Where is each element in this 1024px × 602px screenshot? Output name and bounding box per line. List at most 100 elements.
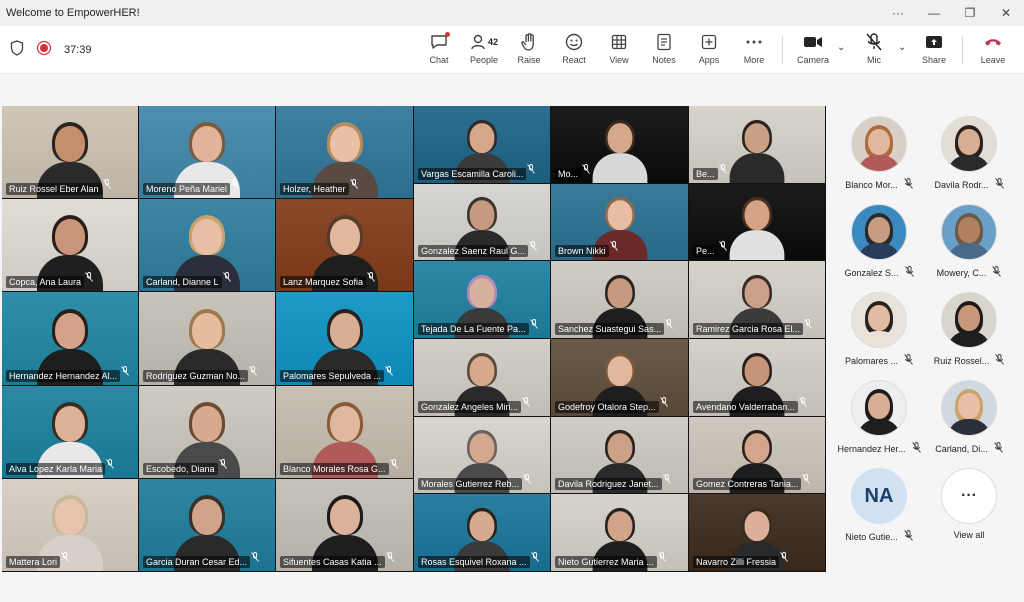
chat-button[interactable]: Chat	[424, 30, 454, 72]
video-tile[interactable]: Sanchez Suastegui Sas...	[551, 261, 688, 338]
react-button[interactable]: React	[558, 30, 590, 72]
video-tile[interactable]: Be...	[689, 106, 825, 183]
more-button[interactable]: More	[738, 30, 770, 72]
video-tile[interactable]: Palomares Sepulveda ...	[276, 292, 413, 385]
video-tile[interactable]: Ruiz Rossel Eber Alan	[2, 106, 138, 199]
participant-name-label: Gonzalez Angeles Miri...	[418, 400, 522, 413]
participant-name-label: Mo...	[555, 167, 582, 180]
participant-name-label: Hernandez Hernandez Al...	[6, 369, 121, 382]
side-participant-initials[interactable]: NA Nieto Gutie...	[834, 468, 924, 556]
participant-name-label: Palomares Sepulveda ...	[280, 369, 385, 382]
avatar	[941, 204, 997, 260]
window-minimize-button[interactable]: —	[916, 0, 952, 26]
notes-button[interactable]: Notes	[648, 30, 680, 72]
video-tile[interactable]: Gonzalez Saenz Raul G...	[414, 183, 550, 261]
video-tile[interactable]: Mattera Lori	[2, 478, 138, 571]
window-titlebar: Welcome to EmpowerHER! ··· — ❐ ✕	[0, 0, 1024, 26]
mic-muted-icon	[249, 363, 257, 381]
video-tile[interactable]: Tejada De La Fuente Pa...	[414, 261, 550, 338]
side-participant[interactable]: Ruiz Rossel...	[924, 292, 1014, 380]
participant-name-label: Escobedo, Diana	[143, 462, 218, 475]
participant-name: Ruiz Rossel...	[933, 355, 990, 366]
mic-muted-icon	[993, 442, 1003, 455]
video-tile[interactable]: Davila Rodriguez Janet...	[551, 416, 688, 494]
side-participant[interactable]: Carland, Di...	[924, 380, 1014, 468]
participant-name-label: Sifuentes Casas Katia ...	[280, 555, 385, 568]
mic-muted-icon	[531, 549, 539, 567]
participant-name-label: Lanz Marquez Sofia	[280, 276, 367, 289]
video-tile[interactable]: Vargas Escamilla Caroli...	[414, 106, 550, 183]
side-participant[interactable]: Mowery, C...	[924, 204, 1014, 292]
mic-muted-icon	[719, 238, 727, 256]
video-tile[interactable]: Ramirez Garcia Rosa El...	[689, 261, 825, 338]
video-tile[interactable]: Blanco Morales Rosa G...	[276, 385, 413, 478]
more-icon: ···	[941, 468, 997, 524]
video-tile[interactable]: Moreno Peña Mariel	[139, 106, 275, 199]
video-tile[interactable]: Rosas Esquivel Roxana ...	[414, 494, 550, 571]
participant-name-label: Tejada De La Fuente Pa...	[418, 322, 529, 335]
raise-label: Raise	[517, 55, 541, 65]
video-tile[interactable]: Mo...	[551, 106, 688, 183]
people-button[interactable]: 42 People	[464, 30, 504, 72]
mic-muted-icon	[223, 269, 231, 287]
video-tile[interactable]: Brown Nikki	[551, 183, 688, 261]
video-tile[interactable]: Lanz Marquez Sofia	[276, 199, 413, 292]
mic-muted-icon	[904, 354, 913, 367]
video-tile[interactable]: Alva Lopez Karla Maria	[2, 385, 138, 478]
video-tile[interactable]: Avendano Valderraban...	[689, 339, 825, 416]
mic-muted-icon	[992, 266, 1002, 279]
video-tile[interactable]: Escobedo, Diana	[139, 385, 275, 478]
participant-name-label: Morales Gutierrez Reb...	[418, 478, 523, 491]
view-all-button[interactable]: ··· View all	[924, 468, 1014, 556]
side-participant[interactable]: Palomares ...	[834, 292, 924, 380]
participant-video	[728, 116, 786, 183]
video-tile[interactable]: Gomez Contreras Tania...	[689, 416, 825, 494]
participant-name-label: Sanchez Suastegui Sas...	[555, 322, 665, 335]
participant-name: Davila Rodr...	[934, 179, 989, 190]
side-participant[interactable]: Gonzalez S...	[834, 204, 924, 292]
mic-options-chevron-icon[interactable]: ⌄	[898, 42, 906, 53]
leave-button[interactable]: Leave	[976, 30, 1010, 72]
video-tile[interactable]: Carland, Dianne L	[139, 199, 275, 292]
view-button[interactable]: View	[604, 30, 634, 72]
video-tile[interactable]: Hernandez Hernandez Al...	[2, 292, 138, 385]
video-tile[interactable]: Rodriguez Guzman No...	[139, 292, 275, 385]
mic-muted-icon	[103, 176, 111, 194]
people-label: People	[469, 55, 499, 65]
camera-options-chevron-icon[interactable]: ⌄	[837, 42, 845, 53]
window-more-button[interactable]: ···	[880, 0, 916, 26]
side-participant[interactable]: Hernandez Her...	[834, 380, 924, 468]
side-participant[interactable]: Blanco Mor...	[834, 116, 924, 204]
mic-muted-icon	[85, 269, 93, 287]
participant-name: Nieto Gutie...	[845, 531, 898, 542]
participant-name-label: Avendano Valderraban...	[693, 400, 798, 413]
mic-muted-icon	[390, 456, 398, 474]
mic-muted-icon	[904, 266, 914, 279]
window-close-button[interactable]: ✕	[988, 0, 1024, 26]
share-button[interactable]: Share	[918, 30, 950, 72]
mic-muted-icon	[530, 316, 538, 334]
video-tile[interactable]: Sifuentes Casas Katia ...	[276, 478, 413, 571]
video-tile[interactable]: Morales Gutierrez Reb...	[414, 416, 550, 494]
video-tile[interactable]: Nieto Gutierrez Maria ...	[551, 494, 688, 571]
view-label: View	[609, 55, 629, 65]
mic-muted-icon	[386, 549, 394, 567]
mic-muted-icon	[802, 471, 810, 489]
participant-name-label: Mattera Lori	[6, 555, 61, 568]
video-tile[interactable]: Godefroy Otalora Step...	[551, 339, 688, 416]
video-tile[interactable]: Navarro Zilli Fressia	[689, 494, 825, 571]
mic-muted-icon	[251, 549, 259, 567]
video-tile[interactable]: Pe...	[689, 183, 825, 261]
video-tile[interactable]: Gonzalez Angeles Miri...	[414, 339, 550, 416]
camera-button[interactable]: Camera	[795, 30, 831, 72]
side-participant[interactable]: Davila Rodr...	[924, 116, 1014, 204]
apps-button[interactable]: Apps	[694, 30, 724, 72]
video-tile[interactable]: Copca, Ana Laura	[2, 199, 138, 292]
window-restore-button[interactable]: ❐	[952, 0, 988, 26]
video-tile[interactable]: Garcia Duran Cesar Ed...	[139, 478, 275, 571]
mic-button[interactable]: Mic	[860, 30, 888, 72]
toolbar-divider-2	[962, 36, 963, 64]
participant-name-label: Godefroy Otalora Step...	[555, 400, 659, 413]
video-tile[interactable]: Holzer, Heather	[276, 106, 413, 199]
raise-hand-button[interactable]: Raise	[514, 30, 544, 72]
